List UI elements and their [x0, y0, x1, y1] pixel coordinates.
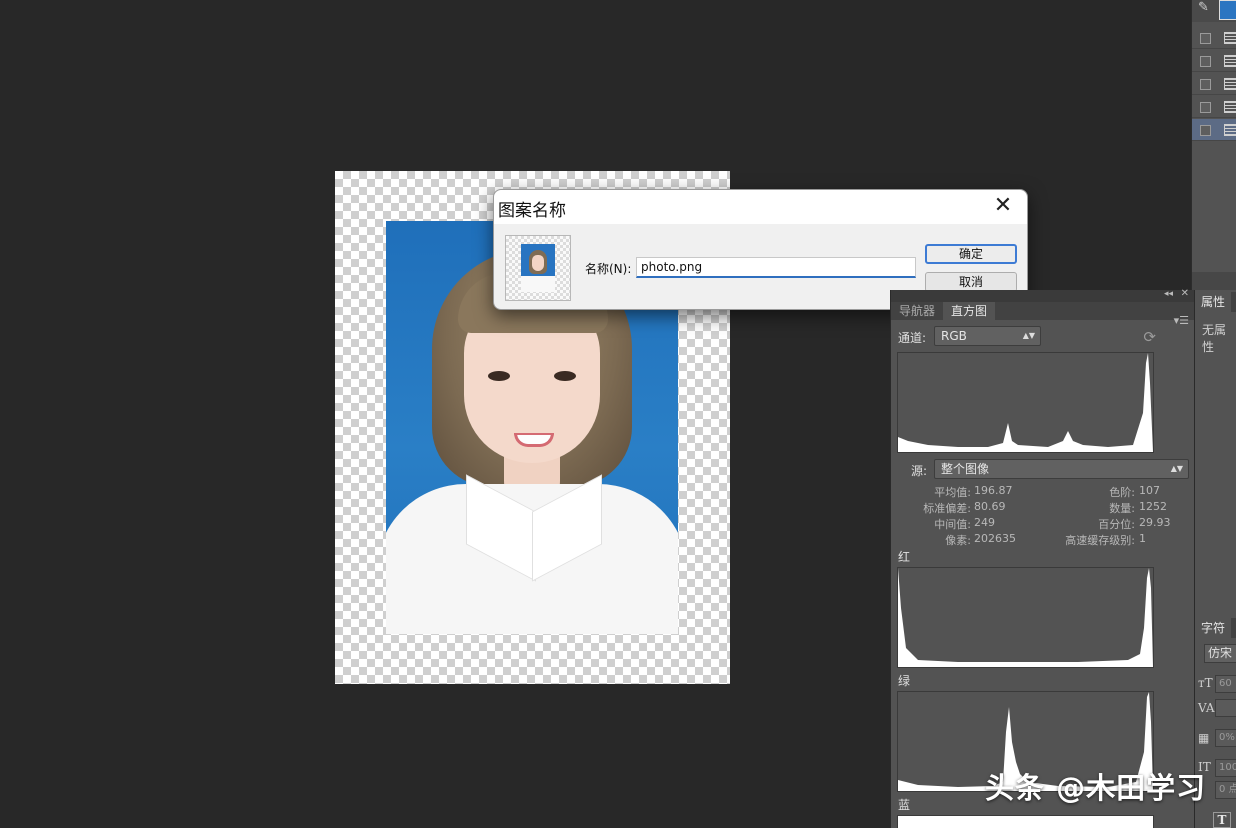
- vertical-scale-input[interactable]: 100: [1215, 759, 1236, 777]
- panel-menu-icon[interactable]: ▾☰: [1174, 314, 1189, 327]
- watermark: 头条 @木田学习: [985, 771, 1207, 805]
- tracking-icon: ▦: [1198, 731, 1210, 745]
- photo-eye-left: [488, 371, 510, 381]
- histogram-rgb: [897, 352, 1154, 453]
- pattern-name-input[interactable]: photo.png: [636, 257, 916, 278]
- layer-doc-icon: [1224, 124, 1236, 136]
- histogram-blue: [897, 815, 1154, 828]
- tracking-input[interactable]: 0%: [1215, 729, 1236, 747]
- layer-visibility-checkbox[interactable]: [1200, 102, 1211, 113]
- source-label: 源:: [911, 464, 928, 478]
- stat-level-value: 107: [1139, 484, 1160, 497]
- histogram-red: [897, 567, 1154, 668]
- thumbnail-face: [532, 255, 544, 271]
- stat-mean-value: 196.87: [974, 484, 1013, 497]
- layer-row-selected[interactable]: [1192, 119, 1236, 141]
- name-label: 名称(N):: [585, 262, 632, 276]
- layer-row[interactable]: [1192, 27, 1236, 49]
- stat-pixels-value: 202635: [974, 532, 1016, 545]
- layer-doc-icon: [1224, 101, 1236, 113]
- tab-navigator[interactable]: 导航器: [891, 302, 943, 320]
- channel-label: 通道:: [898, 331, 927, 345]
- stat-cache-label: 高速缓存级别:: [1065, 534, 1135, 547]
- baseline-shift-input[interactable]: 0 点: [1215, 781, 1236, 799]
- close-icon[interactable]: ✕: [991, 195, 1015, 219]
- thumbnail-image: [521, 244, 555, 292]
- source-select-value: 整个图像: [941, 462, 990, 476]
- updown-arrow-icon: ▲▼: [1170, 464, 1183, 473]
- stat-count-label: 数量:: [1109, 502, 1135, 515]
- layer-visibility-checkbox[interactable]: [1200, 125, 1211, 136]
- font-size-input[interactable]: 60: [1215, 675, 1236, 693]
- pattern-thumbnail: [505, 235, 571, 301]
- properties-header: 属性: [1195, 292, 1236, 312]
- faux-bold-button[interactable]: T: [1213, 812, 1231, 828]
- layer-visibility-checkbox[interactable]: [1200, 33, 1211, 44]
- layer-row[interactable]: [1192, 96, 1236, 118]
- stat-percentile-label: 百分位:: [1098, 518, 1135, 531]
- source-select[interactable]: 整个图像 ▲▼: [934, 459, 1189, 479]
- layers-panel-strip: ✎: [1191, 0, 1236, 290]
- histogram-panel: ◂◂ ✕ 导航器 直方图 ▾☰ 通道: RGB ▲▼ ⟳ 源: 整个图像 ▲▼ …: [890, 288, 1195, 828]
- collapse-icon[interactable]: ◂◂: [1164, 289, 1173, 299]
- character-header: 字符: [1195, 618, 1236, 638]
- layer-thumbnail[interactable]: [1219, 0, 1236, 20]
- no-properties-text: 无属性: [1202, 323, 1227, 354]
- stat-mean-label: 平均值:: [934, 486, 971, 499]
- layer-row[interactable]: [1192, 73, 1236, 95]
- tab-histogram[interactable]: 直方图: [943, 302, 996, 320]
- layer-doc-icon: [1224, 55, 1236, 67]
- layer-doc-icon: [1224, 78, 1236, 90]
- panel-tabs: 导航器 直方图 ▾☰: [891, 302, 1195, 327]
- tab-properties[interactable]: 属性: [1195, 292, 1232, 312]
- font-family-select[interactable]: 仿宋: [1204, 644, 1236, 663]
- layer-row[interactable]: [1192, 50, 1236, 72]
- close-icon[interactable]: ✕: [1181, 288, 1189, 299]
- panel-dock-bar: ◂◂ ✕: [891, 288, 1195, 302]
- side-panels: 属性 无属性 字符 仿宋 ᴛT 60 VA ▦ 0% IT 100 0 点 T: [1194, 290, 1236, 828]
- font-size-icon: ᴛT: [1198, 676, 1213, 690]
- stat-cache-value: 1: [1139, 532, 1146, 545]
- histogram-rgb-svg: [898, 353, 1153, 452]
- cancel-button[interactable]: 取消: [925, 272, 1017, 292]
- dialog-title: 图案名称: [498, 201, 566, 221]
- layers-header: ✎: [1192, 0, 1236, 22]
- stat-count-value: 1252: [1139, 500, 1167, 513]
- stat-median-value: 249: [974, 516, 995, 529]
- layer-visibility-checkbox[interactable]: [1200, 56, 1211, 67]
- green-channel-label: 绿: [898, 674, 911, 688]
- layer-doc-icon: [1224, 32, 1236, 44]
- kerning-icon: VA: [1198, 701, 1215, 715]
- kerning-input[interactable]: [1215, 699, 1236, 717]
- dialog-titlebar: 图案名称 ✕: [494, 190, 1027, 224]
- updown-arrow-icon: ▲▼: [1022, 331, 1035, 340]
- stat-median-label: 中间值:: [934, 518, 971, 531]
- ok-button[interactable]: 确定: [925, 244, 1017, 264]
- histogram-red-svg: [898, 568, 1153, 667]
- refresh-icon[interactable]: ⟳: [1143, 328, 1156, 346]
- brush-icon[interactable]: ✎: [1198, 0, 1209, 15]
- layers-footer: [1192, 272, 1236, 290]
- red-channel-label: 红: [898, 550, 911, 564]
- stat-level-label: 色阶:: [1109, 486, 1135, 499]
- stat-stddev-label: 标准偏差:: [923, 502, 971, 515]
- channel-select[interactable]: RGB ▲▼: [934, 326, 1041, 346]
- layer-visibility-checkbox[interactable]: [1200, 79, 1211, 90]
- thumbnail-shirt: [521, 276, 555, 292]
- stat-percentile-value: 29.93: [1139, 516, 1171, 529]
- tab-character[interactable]: 字符: [1195, 618, 1232, 638]
- stat-pixels-label: 像素:: [945, 534, 971, 547]
- blue-channel-label: 蓝: [898, 798, 911, 812]
- channel-select-value: RGB: [941, 329, 967, 343]
- photo-eye-right: [554, 371, 576, 381]
- stat-stddev-value: 80.69: [974, 500, 1006, 513]
